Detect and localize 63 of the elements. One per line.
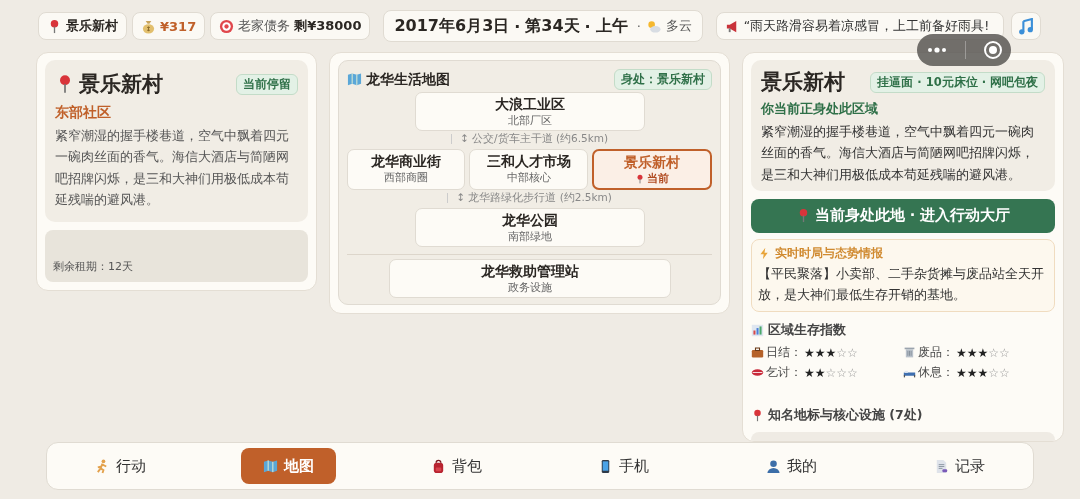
map-title: 龙华生活地图 [366,70,451,89]
road-label: ↕ 公交/货车主干道 (约6.5km) [459,132,609,146]
region-name: 东部社区 [55,104,112,122]
briefcase-icon [750,346,764,360]
time-period: 上午 [595,15,628,37]
landmarks-title: 知名地标与核心设施 (7处) [767,407,923,425]
location-text: 景乐新村 [66,17,118,35]
current-location-badge: 身处：景乐新村 [613,69,712,90]
nav-tab[interactable]: 背包 [408,448,504,484]
lease-text: 剩余租期：12天 [53,259,133,274]
day-count: 第34天 [525,15,580,37]
status-text: 你当前正身处此区域 [760,100,879,118]
road-label: ↕ 龙华路绿化步行道 (约2.5km) [456,191,612,205]
feature-tags: 挂逼面 · 10元床位 · 网吧包夜 [870,71,1045,93]
star-rating: ★★☆☆☆ [803,365,858,380]
intel-title: 实时时局与态势情报 [774,244,883,262]
separator: · [514,16,521,36]
money-amount: ¥317 [160,18,197,34]
stat-label: 日结： [765,344,802,362]
map-location[interactable]: 龙华公园 南部绿地 [414,208,645,247]
date-text: 2017年6月3日 [394,15,510,37]
weather-text: 多云 [665,17,692,35]
star-rating: ★★★☆☆ [956,365,1010,380]
music-note-icon [1017,17,1035,35]
nav-tab[interactable]: 我的 [744,448,840,484]
star-rating: ★★★☆☆ [803,345,858,360]
nav-tab[interactable]: 地图 [240,448,336,484]
map-location[interactable]: 景乐新村 当前 [591,149,712,190]
separator: · [584,16,591,36]
stat-label: 乞讨： [765,364,802,382]
nav-tab[interactable]: 手机 [576,448,672,484]
map-location[interactable]: 大浪工业区 北部厂区 [414,92,645,131]
map-location[interactable]: 三和人才市场 中部核心 [469,149,588,190]
nav-tab[interactable]: 记录 [912,448,1007,484]
enter-action-hall-button[interactable]: 当前身处此地 · 进入行动大厅 [750,198,1055,233]
location-description: 紧窄潮湿的握手楼巷道，空气中飘着四元一碗肉丝面的香气。海信大酒店与简陋网吧招牌闪烁，是三和大神们用极低成本苟延残喘的避风港。 [55,127,290,209]
message-text: “雨天路滑容易着凉感冒，上工前备好雨具! [743,17,990,35]
stat-label: 休息： [918,364,954,382]
money-bag-icon [141,18,156,34]
intel-text: 【平民聚落】小卖部、二手杂货摊与废品站全天开放，是大神们最低生存开销的基地。 [757,264,1045,304]
map-location[interactable]: 龙华商业街 西部商圈 [347,149,466,190]
document-icon [934,458,949,474]
star-rating: ★★★☆☆ [956,345,1010,360]
map-icon [262,458,278,474]
target-icon [219,18,235,34]
status-badge: 当前停留 [236,73,299,95]
location-title: 景乐新村 [79,71,163,98]
partly-cloudy-icon [645,18,661,34]
close-icon[interactable] [982,40,1003,60]
trash-can-icon [903,346,916,360]
map-icon [347,72,363,87]
stat-label: 废品： [918,344,954,362]
detail-description: 紧窄潮湿的握手楼巷道，空气中飘着四元一碗肉丝面的香气。海信大酒店与简陋网吧招牌闪烁，是三和大神们用极低成本苟延残喘的避风港。 [760,123,1035,184]
detail-title: 景乐新村 [760,69,845,96]
stats-title: 区域生存指数 [767,322,846,340]
bar-chart-icon [750,324,764,338]
debt-value: 剩¥38000 [294,17,362,35]
music-button[interactable] [1010,12,1041,40]
nav-tab[interactable]: 行动 [73,448,168,484]
separator: · [636,18,641,34]
map-location[interactable]: 龙华救助管理站 政务设施 [388,259,671,298]
person-icon [766,458,782,474]
debt-label: 老家债务 [238,17,291,35]
